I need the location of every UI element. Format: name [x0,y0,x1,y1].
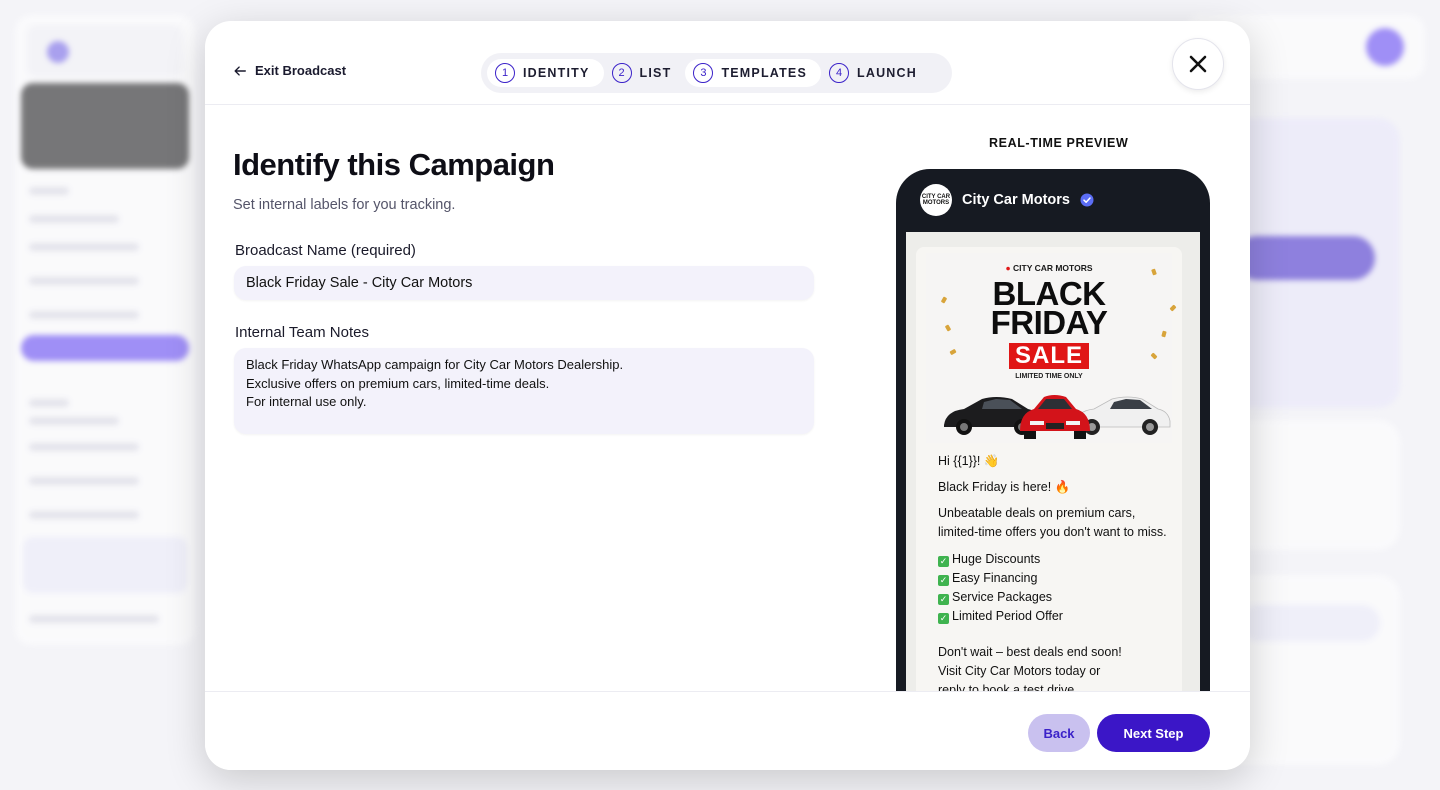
bg-brand [27,25,182,77]
close-button[interactable] [1172,38,1224,90]
banner-limited: LIMITED TIME ONLY [1015,373,1083,380]
arrow-left-icon [234,65,246,76]
step-number: 1 [495,63,515,83]
msg-deals-2: limited-time offers you don't want to mi… [938,525,1167,539]
bg-promo-card [21,83,189,169]
tab-templates[interactable]: 3 TEMPLATES [685,59,822,87]
banner-brand: ● CITY CAR MOTORS [1005,263,1093,273]
back-button[interactable]: Back [1028,714,1090,752]
message-bubble: ● CITY CAR MOTORS BLACK FRIDAY SALE LIMI… [916,247,1182,729]
bg-avatar [1366,28,1404,66]
broadcast-name-label: Broadcast Name (required) [235,242,416,259]
verified-badge-icon [1080,193,1094,207]
msg-closing-2: Visit City Car Motors today or [938,664,1101,678]
brand-logo: CITY CAR MOTORS [920,184,952,216]
check-icon: ✓ [938,594,949,605]
bg-help-card [23,537,187,593]
exit-broadcast-link[interactable]: Exit Broadcast [233,63,346,78]
msg-greeting: Hi {{1}}! 👋 [938,454,1000,468]
bullet-item: ✓ Service Packages [938,590,1053,605]
step-tabs: 1 IDENTITY 2 LIST 3 TEMPLATES 4 LAUNCH [481,53,952,93]
team-notes-label: Internal Team Notes [235,324,369,341]
step-number: 2 [611,63,632,83]
check-icon: ✓ [938,575,949,586]
bg-pill [1240,605,1380,641]
tab-list[interactable]: 2 LIST [604,59,686,87]
banner-headline: BLACK FRIDAY [990,275,1108,341]
modal-footer: Back Next Step [205,691,1250,770]
chat-area: ● CITY CAR MOTORS BLACK FRIDAY SALE LIMI… [906,232,1200,729]
page-title: Identify this Campaign [233,147,555,182]
bullet-item: ✓ Easy Financing [938,571,1038,586]
team-notes-textarea[interactable]: Black Friday WhatsApp campaign for City … [234,348,814,434]
banner-sale: SALE [1009,343,1089,369]
chat-header: CITY CAR MOTORS City Car Motors [896,169,1210,231]
check-icon: ✓ [938,556,949,567]
msg-closing-1: Don't wait – best deals end soon! [938,645,1122,659]
tab-launch[interactable]: 4 LAUNCH [821,59,931,87]
check-icon: ✓ [938,613,949,624]
cars-image [944,395,1171,439]
promo-banner-image: ● CITY CAR MOTORS BLACK FRIDAY SALE LIMI… [926,253,1177,443]
tab-identity[interactable]: 1 IDENTITY [487,59,604,87]
broadcast-name-input[interactable] [234,266,814,300]
step-label: LAUNCH [857,66,917,80]
step-label: TEMPLATES [721,66,808,80]
bg-button [1235,236,1375,280]
brand-name: City Car Motors [962,192,1070,208]
bullet-item: ✓ Huge Discounts [938,552,1041,567]
step-label: IDENTITY [523,66,590,80]
step-number: 3 [693,63,714,83]
close-icon [1189,55,1207,73]
broadcast-modal: Exit Broadcast 1 IDENTITY 2 LIST 3 TEMPL… [205,21,1250,770]
exit-label: Exit Broadcast [255,63,347,78]
phone-preview: CITY CAR MOTORS City Car Motors ● CITY C… [896,169,1210,729]
bg-active-nav [21,335,189,361]
step-number: 4 [829,63,850,83]
modal-header: Exit Broadcast 1 IDENTITY 2 LIST 3 TEMPL… [205,21,1250,105]
next-step-button[interactable]: Next Step [1097,714,1210,752]
preview-label: REAL-TIME PREVIEW [989,136,1129,150]
bullet-item: ✓ Limited Period Offer [938,609,1063,624]
step-label: LIST [639,66,672,80]
msg-black-friday: Black Friday is here! 🔥 [938,480,1071,494]
bg-sidebar [15,15,195,645]
page-subtitle: Set internal labels for you tracking. [233,197,456,213]
msg-deals-1: Unbeatable deals on premium cars, [938,506,1136,520]
